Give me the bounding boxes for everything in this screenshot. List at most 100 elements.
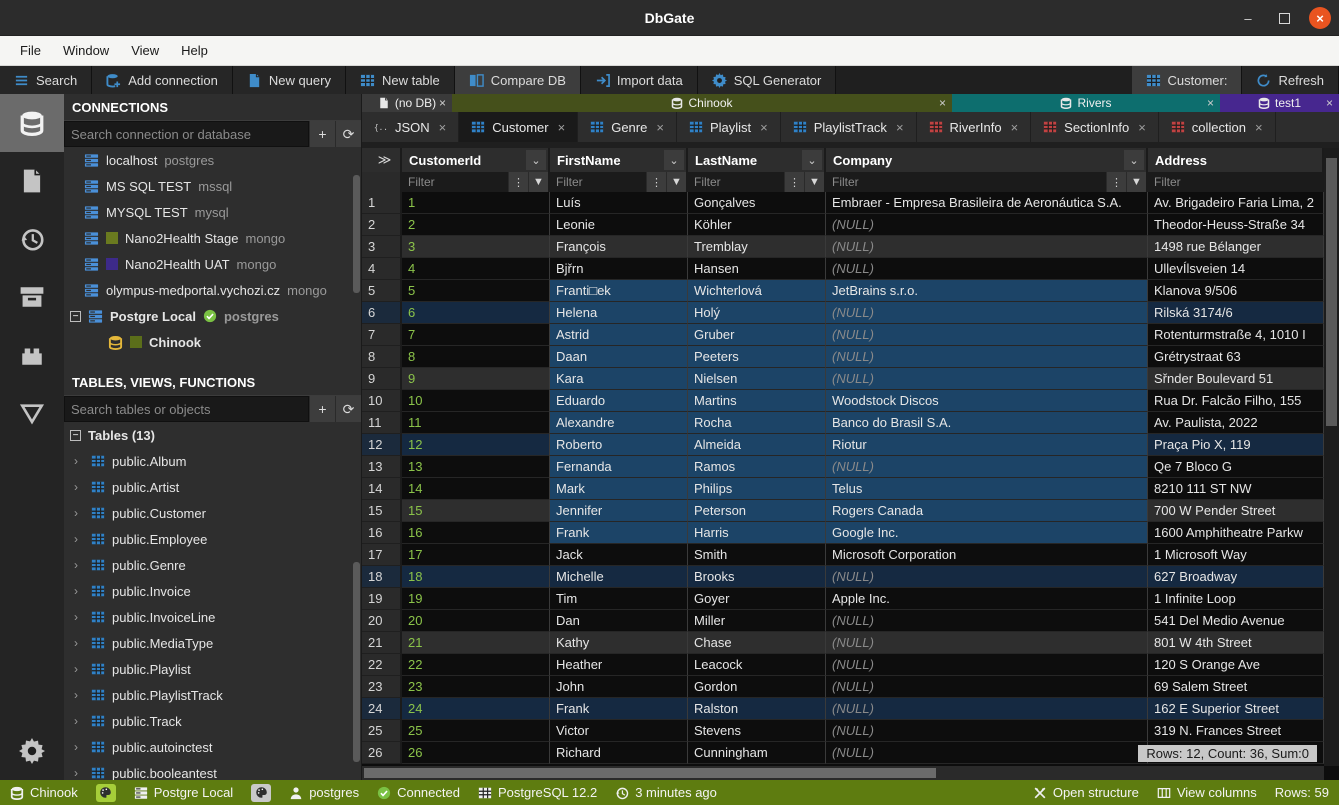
grid-cell[interactable]: 19 (402, 588, 550, 610)
grid-cell[interactable]: 4 (402, 258, 550, 280)
table-item[interactable]: › public.MediaType (64, 630, 361, 656)
chevron-right-icon[interactable]: › (74, 766, 84, 780)
filter-input-address[interactable] (1148, 172, 1322, 192)
grid-cell[interactable]: Stevens (688, 720, 826, 742)
chevron-right-icon[interactable]: › (74, 740, 84, 754)
table-item[interactable]: › public.autoinctest (64, 734, 361, 760)
db-tab--no-DB-[interactable]: (no DB) × (362, 94, 452, 112)
grid-cell[interactable]: Holý (688, 302, 826, 324)
filter-menu-icon[interactable]: ⋮ (1106, 172, 1126, 192)
grid-cell[interactable]: 627 Broadway (1148, 566, 1324, 588)
grid-cell[interactable]: Daan (550, 346, 688, 368)
grid-cell[interactable]: Nielsen (688, 368, 826, 390)
grid-cell[interactable]: (NULL) (826, 676, 1148, 698)
row-number[interactable]: 11 (362, 412, 402, 434)
close-icon[interactable]: × (939, 96, 946, 110)
row-number[interactable]: 14 (362, 478, 402, 500)
grid-cell[interactable]: 14 (402, 478, 550, 500)
grid-cell[interactable]: Mark (550, 478, 688, 500)
grid-cell[interactable]: Martins (688, 390, 826, 412)
status-postgre-local[interactable]: Postgre Local (134, 785, 234, 800)
row-number[interactable]: 24 (362, 698, 402, 720)
close-icon[interactable]: × (1326, 96, 1333, 110)
chevron-right-icon[interactable]: › (74, 480, 84, 494)
grid-cell[interactable]: Harris (688, 522, 826, 544)
grid-cell[interactable]: Embraer - Empresa Brasileira de Aeronáut… (826, 192, 1148, 214)
chevron-right-icon[interactable]: › (74, 636, 84, 650)
table-item[interactable]: › public.Customer (64, 500, 361, 526)
grid-cell[interactable]: (NULL) (826, 236, 1148, 258)
grid-cell[interactable]: Chase (688, 632, 826, 654)
toolbar-button-refresh[interactable]: Refresh (1242, 66, 1339, 94)
grid-cell[interactable]: Helena (550, 302, 688, 324)
chevron-right-icon[interactable]: › (74, 714, 84, 728)
tab-json[interactable]: {..} JSON × (362, 112, 459, 142)
grid-cell[interactable]: Riotur (826, 434, 1148, 456)
grid-cell[interactable]: 3 (402, 236, 550, 258)
row-number[interactable]: 9 (362, 368, 402, 390)
grid-cell[interactable]: Rilská 3174/6 (1148, 302, 1324, 324)
grid-cell[interactable]: Hansen (688, 258, 826, 280)
grid-cell[interactable]: Rotenturmstraße 4, 1010 I (1148, 324, 1324, 346)
chevron-right-icon[interactable]: › (74, 558, 84, 572)
column-header-company[interactable]: Company⌄ (826, 148, 1148, 172)
row-number[interactable]: 26 (362, 742, 402, 764)
grid-cell[interactable]: Grétrystraat 63 (1148, 346, 1324, 368)
grid-cell[interactable]: 13 (402, 456, 550, 478)
grid-cell[interactable]: Theodor-Heuss-Straße 34 (1148, 214, 1324, 236)
grid-cell[interactable]: Av. Brigadeiro Faria Lima, 2 (1148, 192, 1324, 214)
tab-genre[interactable]: Genre × (578, 112, 677, 142)
sidebar-plugins-icon[interactable] (0, 326, 64, 384)
close-icon[interactable]: × (760, 120, 768, 135)
row-number[interactable]: 1 (362, 192, 402, 214)
grid-cell[interactable]: Av. Paulista, 2022 (1148, 412, 1324, 434)
grid-cell[interactable]: Richard (550, 742, 688, 764)
grid-cell[interactable]: 1 (402, 192, 550, 214)
connection-item[interactable]: olympus-medportal.vychozi.cz mongo (64, 277, 361, 303)
grid-cell[interactable]: 2 (402, 214, 550, 236)
funnel-icon[interactable]: ▼ (804, 172, 824, 192)
connection-item[interactable]: Nano2Health UAT mongo (64, 251, 361, 277)
chevron-right-icon[interactable]: › (74, 454, 84, 468)
grid-cell[interactable]: Klanova 9/506 (1148, 280, 1324, 302)
chevron-right-icon[interactable]: › (74, 584, 84, 598)
connections-refresh-button[interactable]: ⟳ (335, 121, 361, 147)
grid-cell[interactable]: 9 (402, 368, 550, 390)
grid-cell[interactable]: 541 Del Medio Avenue (1148, 610, 1324, 632)
status-badge[interactable] (251, 784, 271, 802)
toolbar-button-new-table[interactable]: New table (346, 66, 455, 94)
grid-cell[interactable]: Eduardo (550, 390, 688, 412)
table-item[interactable]: › public.PlaylistTrack (64, 682, 361, 708)
grid-cell[interactable]: Telus (826, 478, 1148, 500)
grid-cell[interactable]: Tim (550, 588, 688, 610)
table-item[interactable]: › public.InvoiceLine (64, 604, 361, 630)
grid-cell[interactable]: Fernanda (550, 456, 688, 478)
grid-cell[interactable]: Tremblay (688, 236, 826, 258)
toolbar-button-sql-generator[interactable]: SQL Generator (698, 66, 837, 94)
status-open-structure[interactable]: Open structure (1033, 785, 1139, 800)
grid-cell[interactable]: Banco do Brasil S.A. (826, 412, 1148, 434)
row-number[interactable]: 4 (362, 258, 402, 280)
grid-cell[interactable]: Peeters (688, 346, 826, 368)
sidebar-history-icon[interactable] (0, 210, 64, 268)
connection-item[interactable]: localhost postgres (64, 147, 361, 173)
grid-cell[interactable]: Franti□ek (550, 280, 688, 302)
minimize-button[interactable]: – (1237, 7, 1259, 29)
grid-cell[interactable]: 1498 rue Bélanger (1148, 236, 1324, 258)
grid-cell[interactable]: Microsoft Corporation (826, 544, 1148, 566)
close-icon[interactable]: × (558, 120, 566, 135)
grid-cell[interactable]: JetBrains s.r.o. (826, 280, 1148, 302)
collapse-icon[interactable]: − (70, 311, 81, 322)
grid-cell[interactable]: 1 Microsoft Way (1148, 544, 1324, 566)
tables-group[interactable]: − Tables (13) (64, 422, 361, 448)
chevron-down-icon[interactable]: ⌄ (526, 150, 546, 170)
maximize-button[interactable] (1273, 7, 1295, 29)
menu-help[interactable]: Help (171, 39, 218, 62)
grid-cell[interactable]: Michelle (550, 566, 688, 588)
funnel-icon[interactable]: ▼ (1126, 172, 1146, 192)
grid-cell[interactable]: 18 (402, 566, 550, 588)
grid-cell[interactable]: (NULL) (826, 720, 1148, 742)
row-number[interactable]: 2 (362, 214, 402, 236)
grid-cell[interactable]: 1 Infinite Loop (1148, 588, 1324, 610)
table-item[interactable]: › public.Album (64, 448, 361, 474)
